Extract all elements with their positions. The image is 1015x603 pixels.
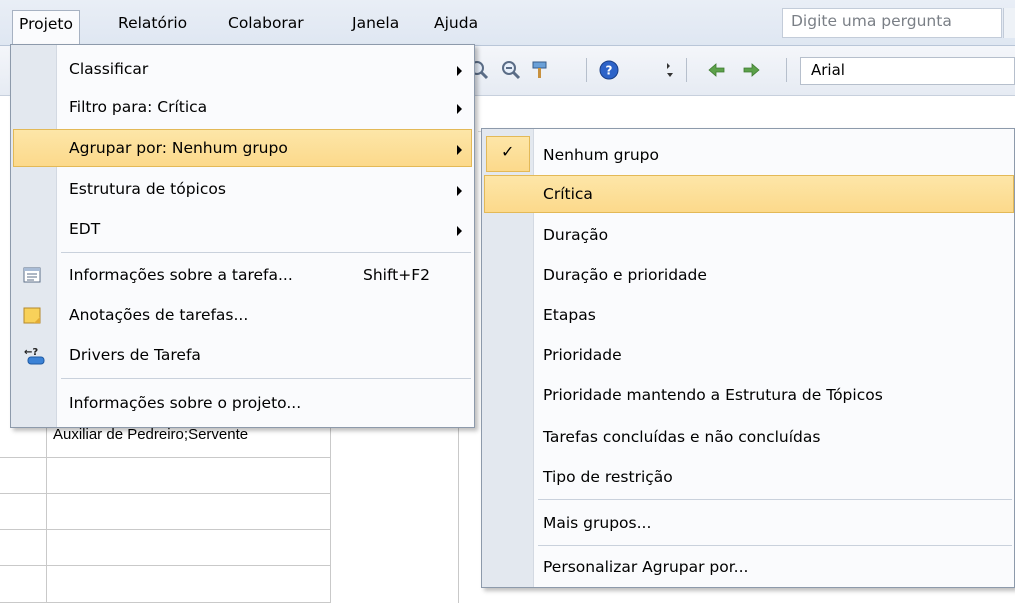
- toolbar-separator: [586, 58, 587, 82]
- check-icon: ✓: [501, 142, 515, 161]
- menu-ajuda-label: Ajuda: [434, 14, 479, 32]
- submenu-item-duracao-prioridade[interactable]: Duração e prioridade: [484, 257, 1014, 295]
- menu-projeto-label: Projeto: [19, 15, 73, 33]
- menu-item-edt[interactable]: EDT: [13, 211, 472, 249]
- task-drivers-icon: ←?: [24, 347, 45, 365]
- submenu-arrow-icon: [457, 66, 462, 76]
- grid-cell[interactable]: [46, 494, 331, 530]
- format-painter-icon[interactable]: [530, 59, 552, 81]
- grid-cell[interactable]: [46, 566, 331, 603]
- submenu-item-tipo-restricao[interactable]: Tipo de restrição: [484, 459, 1014, 497]
- menu-item-agrupar-por[interactable]: Agrupar por: Nenhum grupo: [13, 129, 472, 167]
- submenu-arrow-icon: [457, 186, 462, 196]
- menu-relatorio[interactable]: Relatório: [112, 10, 193, 38]
- submenu-item-label: Prioridade mantendo a Estrutura de Tópic…: [543, 386, 883, 404]
- font-name-value: Arial: [811, 61, 845, 79]
- menu-janela-label: Janela: [352, 14, 400, 32]
- menu-item-classificar[interactable]: Classificar: [13, 51, 472, 89]
- submenu-item-tarefas-concluidas[interactable]: Tarefas concluídas e não concluídas: [484, 419, 1014, 457]
- arrow-right-icon[interactable]: [740, 59, 762, 81]
- task-info-icon: [23, 267, 41, 283]
- submenu-item-critica[interactable]: Crítica: [484, 175, 1014, 213]
- menu-colaborar[interactable]: Colaborar: [222, 10, 310, 38]
- menu-item-label: Drivers de Tarefa: [69, 346, 201, 364]
- menu-ajuda[interactable]: Ajuda: [428, 10, 484, 38]
- menu-item-label: EDT: [69, 220, 101, 238]
- menu-item-estrutura-topicos[interactable]: Estrutura de tópicos: [13, 171, 472, 209]
- menu-bar: Projeto Relatório Colaborar Janela Ajuda…: [0, 0, 1015, 46]
- entry-bar[interactable]: [478, 96, 1015, 132]
- menu-separator: [538, 545, 1012, 546]
- menu-projeto[interactable]: Projeto: [12, 10, 80, 44]
- submenu-arrow-icon: [457, 145, 462, 155]
- menu-item-informacoes-projeto[interactable]: Informações sobre o projeto...: [13, 385, 472, 423]
- svg-text:←?: ←?: [24, 347, 38, 358]
- menu-item-shortcut: Shift+F2: [363, 266, 430, 284]
- submenu-item-label: Etapas: [543, 306, 596, 324]
- menu-item-label: Classificar: [69, 60, 149, 78]
- submenu-item-label: Duração e prioridade: [543, 266, 707, 284]
- submenu-item-label: Prioridade: [543, 346, 622, 364]
- submenu-item-duracao[interactable]: Duração: [484, 217, 1014, 255]
- submenu-item-label: Duração: [543, 226, 609, 244]
- task-grid: Auxiliar de Pedreiro;Servente: [0, 420, 480, 603]
- menu-relatorio-label: Relatório: [118, 14, 188, 32]
- menu-item-informacoes-tarefa[interactable]: Informações sobre a tarefa... Shift+F2: [13, 257, 472, 295]
- menu-janela[interactable]: Janela: [346, 10, 405, 38]
- toolbar-options-icon[interactable]: [664, 59, 676, 81]
- submenu-item-label: Personalizar Agrupar por...: [543, 558, 749, 576]
- grid-cell[interactable]: [46, 530, 331, 566]
- submenu-item-mais-grupos[interactable]: Mais grupos...: [484, 505, 1014, 543]
- toolbar-separator: [686, 58, 687, 82]
- ask-question-placeholder: Digite uma pergunta: [791, 12, 952, 30]
- menu-item-label: Anotações de tarefas...: [69, 306, 249, 324]
- submenu-item-label: Mais grupos...: [543, 514, 652, 532]
- ask-question-input[interactable]: Digite uma pergunta: [782, 8, 1002, 38]
- submenu-item-label: Nenhum grupo: [543, 146, 659, 164]
- checked-indicator: ✓: [486, 136, 530, 172]
- submenu-item-personalizar[interactable]: Personalizar Agrupar por...: [484, 549, 1014, 587]
- arrow-left-icon[interactable]: [706, 59, 728, 81]
- task-notes-icon: [23, 307, 41, 324]
- menu-item-drivers-tarefa[interactable]: ←? Drivers de Tarefa: [13, 337, 472, 375]
- menu-separator: [61, 378, 471, 379]
- grid-cell[interactable]: [0, 494, 47, 530]
- menu-item-filtro[interactable]: Filtro para: Crítica: [13, 89, 472, 127]
- group-by-submenu: Nenhum grupo Crítica Duração Duração e p…: [481, 128, 1015, 588]
- menu-item-label: Filtro para: Crítica: [69, 98, 208, 116]
- grid-cell[interactable]: [46, 458, 331, 494]
- menu-separator: [61, 252, 471, 253]
- submenu-item-label: Crítica: [543, 185, 593, 203]
- menu-item-label: Informações sobre a tarefa...: [69, 266, 293, 284]
- submenu-item-nenhum-grupo[interactable]: Nenhum grupo: [484, 137, 1014, 175]
- submenu-item-label: Tipo de restrição: [543, 468, 673, 486]
- menu-item-label: Informações sobre o projeto...: [69, 394, 302, 412]
- font-name-box[interactable]: Arial: [800, 57, 1015, 85]
- toolbar-separator: [786, 58, 787, 82]
- menu-item-label: Agrupar por: Nenhum grupo: [69, 139, 288, 157]
- zoom-out-icon[interactable]: [500, 59, 522, 81]
- help-icon[interactable]: ?: [598, 59, 620, 81]
- submenu-item-prioridade-estrutura[interactable]: Prioridade mantendo a Estrutura de Tópic…: [484, 377, 1014, 415]
- project-menu: Classificar Filtro para: Crítica Agrupar…: [10, 44, 475, 428]
- grid-cell[interactable]: [0, 566, 47, 603]
- svg-text:?: ?: [606, 64, 613, 78]
- grid-cell[interactable]: [0, 530, 47, 566]
- submenu-item-etapas[interactable]: Etapas: [484, 297, 1014, 335]
- menu-item-label: Estrutura de tópicos: [69, 180, 226, 198]
- submenu-item-prioridade[interactable]: Prioridade: [484, 337, 1014, 375]
- ask-question-dropdown[interactable]: [1003, 8, 1015, 38]
- submenu-item-label: Tarefas concluídas e não concluídas: [543, 428, 821, 446]
- submenu-arrow-icon: [457, 104, 462, 114]
- grid-line: [458, 420, 459, 603]
- menu-colaborar-label: Colaborar: [228, 14, 304, 32]
- submenu-arrow-icon: [457, 226, 462, 236]
- grid-cell[interactable]: [0, 458, 47, 494]
- menu-item-anotacoes-tarefas[interactable]: Anotações de tarefas...: [13, 297, 472, 335]
- menu-separator: [538, 499, 1012, 500]
- grid-cell-text: Auxiliar de Pedreiro;Servente: [53, 426, 249, 443]
